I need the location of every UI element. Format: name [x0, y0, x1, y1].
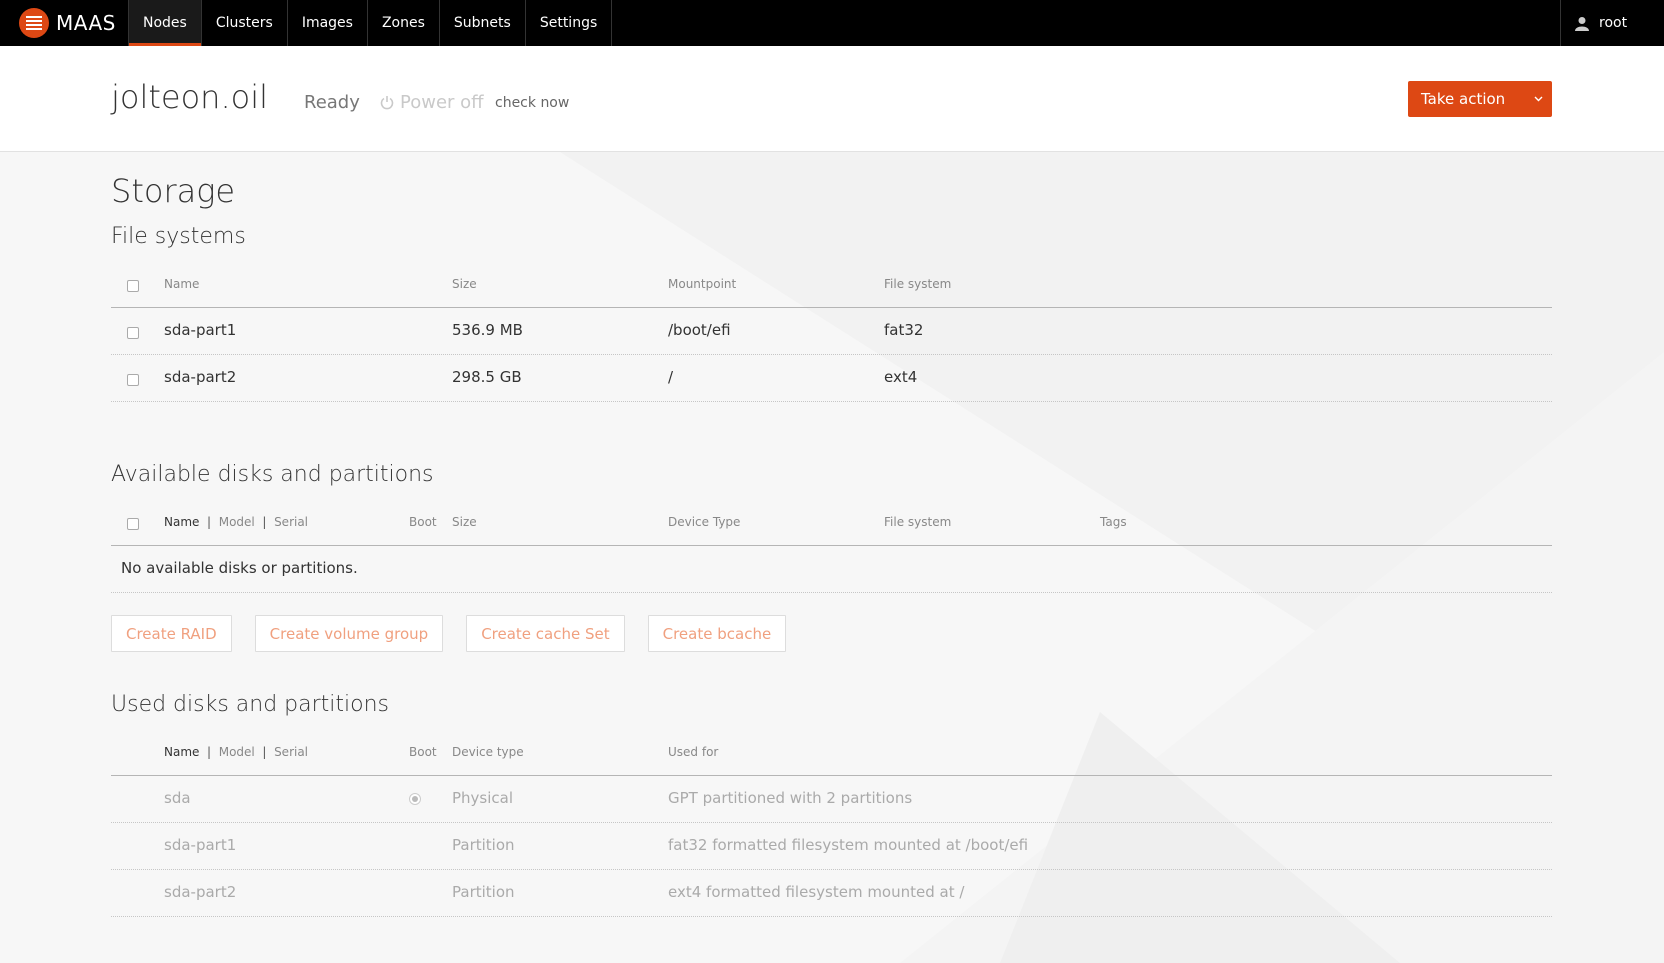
column-name[interactable]: Name: [164, 277, 199, 291]
used-disks-table: Name | Model | Serial Boot Device type U…: [111, 728, 1552, 917]
used-for: ext4 formatted filesystem mounted at /: [668, 883, 965, 901]
column-serial[interactable]: Serial: [274, 515, 308, 529]
top-navigation: MAAS Nodes Clusters Images Zones Subnets…: [0, 0, 1664, 46]
device-type: Physical: [452, 789, 514, 807]
nav-item-nodes[interactable]: Nodes: [128, 0, 202, 46]
table-row: sda Physical GPT partitioned with 2 part…: [111, 776, 1552, 823]
column-device-type[interactable]: Device type: [452, 745, 524, 759]
column-tags[interactable]: Tags: [1100, 515, 1127, 529]
table-row[interactable]: sda-part1 536.9 MB /boot/efi fat32: [111, 308, 1552, 355]
disk-name: sda-part2: [164, 883, 237, 901]
column-name-model-serial: Name | Model | Serial: [164, 515, 309, 529]
column-boot: Boot: [409, 745, 437, 759]
create-cache-set-button[interactable]: Create cache Set: [466, 615, 625, 652]
node-header: jolteon.oil Ready Power off check now Ta…: [0, 46, 1664, 152]
create-raid-button[interactable]: Create RAID: [111, 615, 232, 652]
column-file-system[interactable]: File system: [884, 277, 951, 291]
used-disks-heading: Used disks and partitions: [111, 692, 390, 717]
user-name: root: [1599, 15, 1628, 31]
column-boot: Boot: [409, 515, 437, 529]
device-type: Partition: [452, 883, 515, 901]
table-header: Name | Model | Serial Boot Device type U…: [111, 728, 1552, 776]
node-status: Ready: [304, 92, 360, 113]
nav-item-settings[interactable]: Settings: [526, 0, 613, 46]
column-name[interactable]: Name: [164, 745, 199, 759]
column-model[interactable]: Model: [219, 515, 255, 529]
chevron-down-icon: [1524, 96, 1552, 102]
take-action-button[interactable]: Take action: [1408, 81, 1552, 117]
user-menu[interactable]: root: [1560, 0, 1664, 46]
column-used-for[interactable]: Used for: [668, 745, 718, 759]
power-state: Power off: [380, 92, 484, 113]
table-row: sda-part2 Partition ext4 formatted files…: [111, 870, 1552, 917]
empty-message-row: No available disks or partitions.: [111, 546, 1552, 593]
take-action-label: Take action: [1421, 90, 1506, 108]
nav-item-subnets[interactable]: Subnets: [440, 0, 526, 46]
table-header: Name Size Mountpoint File system: [111, 260, 1552, 308]
file-systems-heading: File systems: [111, 224, 246, 249]
disk-name: sda: [164, 789, 191, 807]
create-bcache-button[interactable]: Create bcache: [647, 615, 787, 652]
node-title: jolteon.oil: [111, 78, 268, 116]
nav-item-images[interactable]: Images: [288, 0, 368, 46]
fs-type: fat32: [884, 321, 924, 339]
used-for: fat32 formatted filesystem mounted at /b…: [668, 836, 1029, 854]
table-row[interactable]: sda-part2 298.5 GB / ext4: [111, 355, 1552, 402]
column-name[interactable]: Name: [164, 515, 199, 529]
available-disks-heading: Available disks and partitions: [111, 462, 434, 487]
table-header: Name | Model | Serial Boot Size Device T…: [111, 498, 1552, 546]
select-all-checkbox[interactable]: [127, 280, 139, 292]
column-serial[interactable]: Serial: [274, 745, 308, 759]
storage-actions: Create RAID Create volume group Create c…: [111, 615, 787, 652]
available-disks-table: Name | Model | Serial Boot Size Device T…: [111, 498, 1552, 593]
boot-radio: [409, 793, 421, 805]
device-type: Partition: [452, 836, 515, 854]
check-now-link[interactable]: check now: [495, 95, 569, 111]
user-icon: [1575, 16, 1589, 31]
nav-item-zones[interactable]: Zones: [368, 0, 440, 46]
file-systems-table: Name Size Mountpoint File system sda-par…: [111, 260, 1552, 402]
fs-type: ext4: [884, 368, 918, 386]
column-size[interactable]: Size: [452, 515, 477, 529]
fs-mountpoint: /boot/efi: [668, 321, 731, 339]
column-file-system[interactable]: File system: [884, 515, 951, 529]
fs-name: sda-part1: [164, 321, 237, 339]
column-mountpoint[interactable]: Mountpoint: [668, 277, 736, 291]
column-model[interactable]: Model: [219, 745, 255, 759]
column-size[interactable]: Size: [452, 277, 477, 291]
row-checkbox[interactable]: [127, 374, 139, 386]
used-for: GPT partitioned with 2 partitions: [668, 789, 913, 807]
column-name-model-serial: Name | Model | Serial: [164, 745, 309, 759]
fs-mountpoint: /: [668, 368, 674, 386]
create-volume-group-button[interactable]: Create volume group: [254, 615, 444, 652]
disk-name: sda-part1: [164, 836, 237, 854]
nav-item-clusters[interactable]: Clusters: [202, 0, 288, 46]
table-row: sda-part1 Partition fat32 formatted file…: [111, 823, 1552, 870]
row-checkbox[interactable]: [127, 327, 139, 339]
power-state-label: Power off: [400, 92, 484, 113]
maas-logo-icon: [19, 8, 49, 38]
fs-size: 298.5 GB: [452, 368, 522, 386]
brand-name: MAAS: [56, 11, 116, 35]
column-device-type[interactable]: Device Type: [668, 515, 740, 529]
page-title: Storage: [111, 172, 236, 210]
fs-name: sda-part2: [164, 368, 237, 386]
select-all-checkbox[interactable]: [127, 518, 139, 530]
brand[interactable]: MAAS: [0, 0, 128, 46]
empty-message: No available disks or partitions.: [121, 559, 358, 577]
fs-size: 536.9 MB: [452, 321, 523, 339]
power-icon: [380, 96, 394, 110]
